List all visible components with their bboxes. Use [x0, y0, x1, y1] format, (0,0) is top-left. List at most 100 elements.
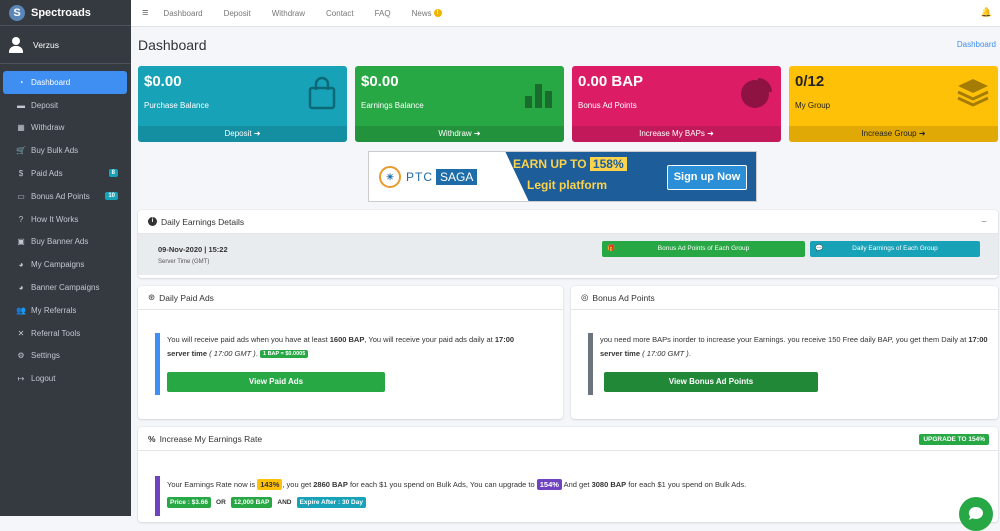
- banner-ptc-text: PTC: [406, 170, 433, 184]
- hamburger-menu-icon[interactable]: ≡: [142, 7, 148, 19]
- earnings-balance-label: Earnings Balance: [361, 101, 424, 110]
- rate-now-badge: 143%: [257, 479, 283, 490]
- topnav-dashboard[interactable]: Dashboard: [163, 9, 202, 18]
- brand-logo-icon: S: [9, 4, 25, 21]
- sidebar-item-label: My Referrals: [31, 305, 77, 315]
- sidebar-item-withdraw[interactable]: ▦ Withdraw: [3, 117, 127, 140]
- my-group-label: My Group: [795, 101, 831, 110]
- bonus-ad-points-card: ◎ Bonus Ad Points you need more BAPs ino…: [571, 286, 998, 419]
- sidebar-item-my-campaigns[interactable]: ◕ My Campaigns: [3, 253, 127, 276]
- logout-icon: ↦: [17, 374, 25, 384]
- bap-price-badge: 12,000 BAP: [230, 497, 273, 508]
- topnav-faq[interactable]: FAQ: [375, 9, 391, 18]
- sidebar-item-buy-bulk-ads[interactable]: 🛒 Buy Bulk Ads: [3, 139, 127, 162]
- bap-each-group-button[interactable]: 🎁 Bonus Ad Points of Each Group: [602, 241, 805, 257]
- gear-icon: ⚙: [17, 351, 25, 361]
- sidebar-item-paid-ads[interactable]: $ Paid Ads 8: [3, 162, 127, 185]
- topnav-contact[interactable]: Contact: [326, 9, 354, 18]
- paid-ads-text-1: You will receive paid ads when you have …: [167, 335, 330, 344]
- banner-logo: ☀ PTC SAGA: [369, 152, 499, 201]
- sidebar-item-settings[interactable]: ⚙ Settings: [3, 345, 127, 368]
- my-group-box: 0/12 My Group Increase Group ➜: [789, 66, 998, 142]
- user-panel[interactable]: Verzus: [0, 26, 131, 64]
- and-label: AND: [277, 499, 292, 506]
- brand[interactable]: S Spectroads: [0, 0, 131, 26]
- sidebar-item-label: Referral Tools: [31, 328, 81, 338]
- sidebar-item-bonus-ad-points[interactable]: ▭ Bonus Ad Points 10: [3, 185, 127, 208]
- server-time-label: Server Time (GMT): [158, 259, 210, 265]
- sidebar-item-logout[interactable]: ↦ Logout: [3, 367, 127, 390]
- deposit-link[interactable]: Deposit ➜: [138, 126, 347, 142]
- earnings-rate-title: Increase My Earnings Rate: [159, 433, 263, 444]
- paid-ads-gmt: ( 17:00 GMT ): [209, 349, 256, 358]
- pie-chart-icon: ◕: [18, 260, 24, 270]
- info-icon: i: [148, 217, 157, 226]
- sidebar-item-label: Paid Ads: [31, 169, 63, 179]
- news-alert-icon: !: [433, 9, 442, 18]
- topnav-news[interactable]: News!: [412, 9, 442, 18]
- view-bonus-ad-points-button[interactable]: View Bonus Ad Points: [604, 372, 818, 392]
- chat-button[interactable]: [959, 497, 993, 531]
- tools-icon: ✕: [17, 328, 25, 338]
- bell-icon[interactable]: 🔔: [981, 7, 992, 18]
- paid-ads-server-time: server time: [167, 349, 208, 358]
- cart-icon: 🛒: [16, 146, 26, 156]
- withdraw-link[interactable]: Withdraw ➜: [355, 126, 564, 142]
- upgrade-badge[interactable]: UPGRADE TO 154%: [919, 434, 989, 445]
- expire-badge: Expire After : 30 Day: [296, 497, 366, 508]
- dollar-circle-icon: ⊛: [148, 292, 156, 302]
- chat-bubble-icon: [968, 506, 983, 520]
- bap-circle-icon: ◎: [581, 292, 589, 302]
- purchase-balance-value: $0.00: [144, 73, 182, 90]
- sidebar-item-label: Buy Banner Ads: [31, 237, 89, 247]
- view-paid-ads-button[interactable]: View Paid Ads: [167, 372, 385, 392]
- sidebar-item-dashboard[interactable]: ◔ Dashboard: [3, 71, 127, 94]
- daily-earnings-title: Daily Earnings Details: [161, 216, 245, 227]
- bonus-ad-points-value: 0.00 BAP: [578, 73, 644, 90]
- comment-icon: 💬: [815, 245, 824, 252]
- bonus-ad-points-box: 0.00 BAP Bonus Ad Points Increase My BAP…: [572, 66, 781, 142]
- earnings-balance-box: $0.00 Earnings Balance Withdraw ➜: [355, 66, 564, 142]
- bar-chart-icon: [525, 84, 552, 108]
- sidebar-item-how-it-works[interactable]: ? How It Works: [3, 208, 127, 231]
- or-label: OR: [216, 499, 226, 506]
- increase-baps-link[interactable]: Increase My BAPs ➜: [572, 126, 781, 142]
- image-icon: ▣: [17, 237, 25, 247]
- sidebar-item-referral-tools[interactable]: ✕ Referral Tools: [3, 322, 127, 345]
- user-avatar-icon: [9, 36, 23, 53]
- sidebar-item-deposit[interactable]: ▬ Deposit: [3, 94, 127, 117]
- paid-ads-text-5: .: [255, 349, 258, 358]
- sidebar-item-buy-banner-ads[interactable]: ▣ Buy Banner Ads: [3, 231, 127, 254]
- earnings-each-group-button[interactable]: 💬 Daily Earnings of Each Group: [810, 241, 980, 257]
- collapse-icon[interactable]: −: [981, 217, 987, 228]
- banner-signup-button[interactable]: Sign up Now: [667, 165, 747, 190]
- breadcrumb[interactable]: Dashboard: [957, 40, 996, 49]
- earnings-rate-card: % Increase My Earnings Rate UPGRADE TO 1…: [138, 427, 998, 522]
- topnav-deposit[interactable]: Deposit: [224, 9, 251, 18]
- rate-text-4: And get: [561, 480, 592, 489]
- purchase-balance-label: Purchase Balance: [144, 101, 209, 110]
- sidebar-nav: ◔ Dashboard ▬ Deposit ▦ Withdraw 🛒 Buy Bulk Ads…: [0, 64, 131, 390]
- rate-bap-upgrade: 3080 BAP: [591, 480, 627, 489]
- brand-name: Spectroads: [31, 6, 91, 19]
- sidebar-item-label: Settings: [31, 351, 60, 361]
- bonus-ad-points-header: ◎ Bonus Ad Points: [571, 286, 998, 310]
- bonus-ad-points-label: Bonus Ad Points: [578, 101, 637, 110]
- bap-icon: ▭: [17, 191, 25, 201]
- gift-icon: 🎁: [607, 245, 616, 252]
- top-navbar: ≡ Dashboard Deposit Withdraw Contact FAQ…: [131, 0, 1000, 27]
- withdraw-icon: ▦: [17, 123, 25, 133]
- sidebar-item-label: Logout: [31, 374, 56, 384]
- sidebar-item-label: My Campaigns: [31, 260, 85, 270]
- sidebar-item-my-referrals[interactable]: 👥 My Referrals: [3, 299, 127, 322]
- rate-text-5: for each $1 you spend on Bulk Ads.: [626, 480, 747, 489]
- increase-group-link[interactable]: Increase Group ➜: [789, 126, 998, 142]
- sidebar-item-banner-campaigns[interactable]: ◕ Banner Campaigns: [3, 276, 127, 299]
- rate-upgrade-badge: 154%: [536, 479, 562, 490]
- topnav-withdraw[interactable]: Withdraw: [272, 9, 305, 18]
- sidebar-badge: 8: [108, 169, 118, 178]
- ptc-saga-banner[interactable]: ☀ PTC SAGA EARN UP TO 158% Legit platfor…: [368, 151, 757, 202]
- banner-chart-icon: ◕: [18, 283, 24, 293]
- rate-text-2: , you get: [282, 480, 314, 489]
- ptc-saga-logo-icon: ☀: [379, 166, 401, 188]
